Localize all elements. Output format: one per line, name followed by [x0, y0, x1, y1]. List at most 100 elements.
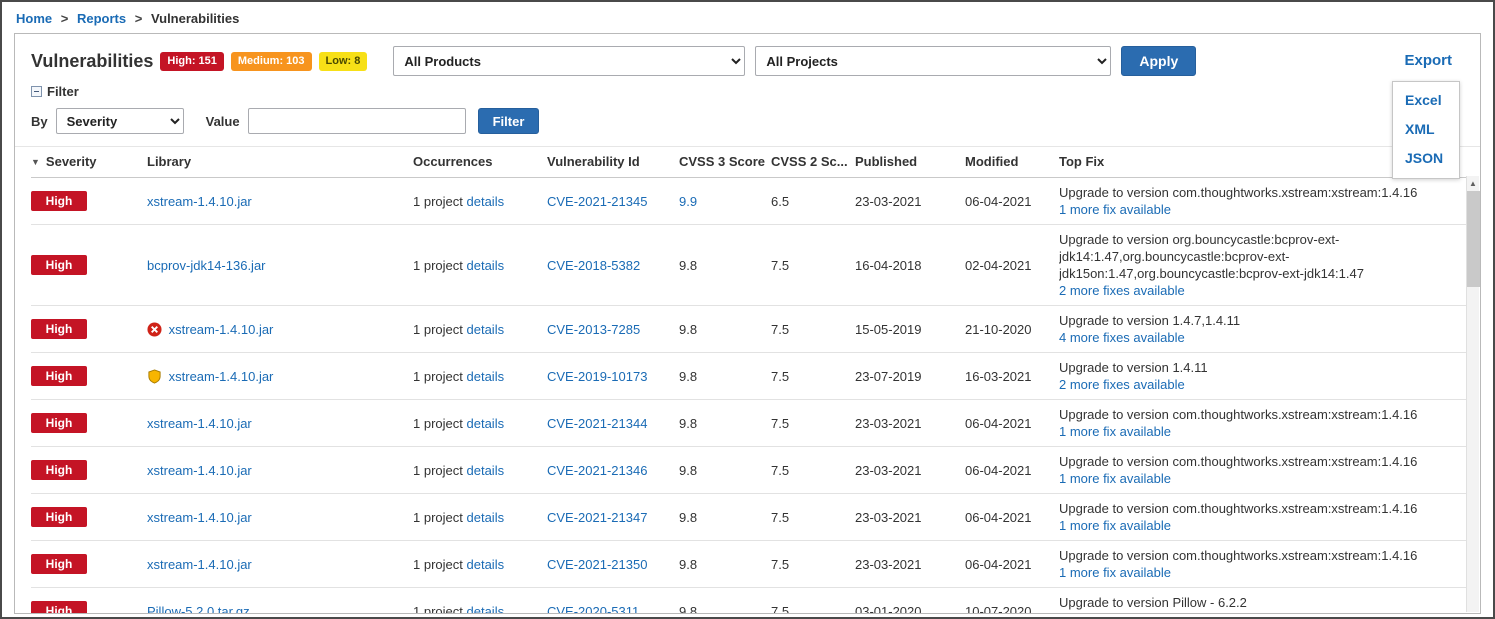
details-link[interactable]: details	[467, 416, 505, 431]
export-menu: Excel XML JSON	[1392, 81, 1460, 179]
panel-header: Vulnerabilities High: 151 Medium: 103 Lo…	[15, 34, 1480, 82]
filter-section-label: Filter	[47, 84, 79, 99]
filter-button[interactable]: Filter	[478, 108, 540, 134]
details-link[interactable]: details	[467, 258, 505, 273]
more-fixes-link[interactable]: 2 more fixes available	[1059, 283, 1185, 298]
column-header-cvss2[interactable]: CVSS 2 Sc...	[771, 147, 855, 178]
library-link[interactable]: xstream-1.4.10.jar	[147, 416, 252, 431]
column-header-published[interactable]: Published	[855, 147, 965, 178]
cvss2-score: 7.5	[771, 353, 855, 400]
details-link[interactable]: details	[467, 604, 505, 615]
vulnerability-id-link[interactable]: CVE-2021-21344	[547, 416, 647, 431]
vuln-table-body: High xstream-1.4.10.jar 1 project detail…	[31, 178, 1466, 615]
top-fix-text: Upgrade to version com.thoughtworks.xstr…	[1059, 500, 1458, 517]
occurrences-text: 1 project	[413, 557, 463, 572]
more-fixes-link[interactable]: 1 more fix available	[1059, 471, 1171, 486]
more-fixes-link[interactable]: 1 more fix available	[1059, 565, 1171, 580]
modified-date: 10-07-2020	[965, 588, 1059, 615]
breadcrumb-separator: >	[135, 11, 143, 26]
vulnerability-id-link[interactable]: CVE-2013-7285	[547, 322, 640, 337]
top-fix-text: Upgrade to version org.bouncycastle:bcpr…	[1059, 231, 1458, 282]
column-header-library[interactable]: Library	[147, 147, 413, 178]
published-date: 23-07-2019	[855, 353, 965, 400]
scrollbar-thumb[interactable]	[1467, 191, 1480, 287]
export-dropdown: Export Excel XML JSON	[1404, 52, 1464, 70]
severity-badge: High	[31, 601, 87, 614]
column-header-severity[interactable]: ▼Severity	[31, 147, 147, 178]
severity-badge: High	[31, 319, 87, 339]
library-link[interactable]: xstream-1.4.10.jar	[169, 322, 274, 337]
cvss3-score: 9.8	[679, 463, 697, 478]
export-link[interactable]: Export	[1404, 52, 1452, 69]
cvss3-score: 9.8	[679, 369, 697, 384]
modified-date: 06-04-2021	[965, 541, 1059, 588]
vulnerabilities-panel: Vulnerabilities High: 151 Medium: 103 Lo…	[14, 33, 1481, 614]
filter-value-label: Value	[206, 114, 240, 129]
library-link[interactable]: xstream-1.4.10.jar	[147, 510, 252, 525]
cvss2-score: 7.5	[771, 447, 855, 494]
vulnerability-id-link[interactable]: CVE-2021-21345	[547, 194, 647, 209]
library-link[interactable]: xstream-1.4.10.jar	[147, 194, 252, 209]
export-menu-item-json[interactable]: JSON	[1405, 150, 1447, 166]
column-header-vulnerability-id[interactable]: Vulnerability Id	[547, 147, 679, 178]
published-date: 16-04-2018	[855, 225, 965, 306]
more-fixes-link[interactable]: 1 more fix available	[1059, 518, 1171, 533]
breadcrumb-separator: >	[61, 11, 69, 26]
library-link[interactable]: xstream-1.4.10.jar	[147, 463, 252, 478]
export-menu-item-xml[interactable]: XML	[1405, 121, 1447, 137]
breadcrumb-home-link[interactable]: Home	[16, 11, 52, 26]
library-link[interactable]: xstream-1.4.10.jar	[169, 369, 274, 384]
top-fix-text: Upgrade to version 1.4.7,1.4.11	[1059, 312, 1458, 329]
published-date: 23-03-2021	[855, 178, 965, 225]
details-link[interactable]: details	[467, 369, 505, 384]
details-link[interactable]: details	[467, 557, 505, 572]
table-row: High xstream-1.4.10.jar 1 project detail…	[31, 447, 1466, 494]
library-link[interactable]: Pillow-5.2.0.tar.gz	[147, 604, 250, 615]
column-header-cvss3[interactable]: CVSS 3 Score	[679, 147, 771, 178]
column-header-occurrences[interactable]: Occurrences	[413, 147, 547, 178]
severity-badge: High	[31, 554, 87, 574]
projects-select[interactable]: All Projects	[755, 46, 1111, 76]
vulnerability-id-link[interactable]: CVE-2021-21350	[547, 557, 647, 572]
table-row: High Pillow-5.2.0.tar.gz 1 project detai…	[31, 588, 1466, 615]
details-link[interactable]: details	[467, 194, 505, 209]
occurrences-text: 1 project	[413, 258, 463, 273]
scroll-up-icon[interactable]: ▲	[1467, 176, 1479, 191]
library-link[interactable]: bcprov-jdk14-136.jar	[147, 258, 266, 273]
vulnerable-library-shield-icon	[147, 322, 169, 337]
collapse-icon[interactable]	[31, 86, 42, 97]
cvss2-score: 7.5	[771, 225, 855, 306]
filter-by-select[interactable]: Severity	[56, 108, 184, 134]
cvss3-score: 9.8	[679, 604, 697, 615]
more-fixes-link[interactable]: 2 more fixes available	[1059, 612, 1185, 614]
high-count-badge: High: 151	[160, 52, 224, 71]
occurrences-text: 1 project	[413, 604, 463, 615]
table-scrollbar[interactable]: ▲	[1466, 176, 1479, 612]
vulnerability-id-link[interactable]: CVE-2020-5311	[547, 604, 639, 615]
details-link[interactable]: details	[467, 322, 505, 337]
vulnerability-id-link[interactable]: CVE-2021-21347	[547, 510, 647, 525]
vulnerability-id-link[interactable]: CVE-2018-5382	[547, 258, 640, 273]
more-fixes-link[interactable]: 4 more fixes available	[1059, 330, 1185, 345]
top-fix-text: Upgrade to version com.thoughtworks.xstr…	[1059, 547, 1458, 564]
details-link[interactable]: details	[467, 510, 505, 525]
page-title: Vulnerabilities	[31, 51, 153, 72]
filter-value-input[interactable]	[248, 108, 466, 134]
library-link[interactable]: xstream-1.4.10.jar	[147, 557, 252, 572]
severity-badge: High	[31, 460, 87, 480]
breadcrumb-reports-link[interactable]: Reports	[77, 11, 126, 26]
low-count-badge: Low: 8	[319, 52, 368, 71]
medium-count-badge: Medium: 103	[231, 52, 312, 71]
more-fixes-link[interactable]: 2 more fixes available	[1059, 377, 1185, 392]
apply-button[interactable]: Apply	[1121, 46, 1196, 76]
vulnerability-id-link[interactable]: CVE-2019-10173	[547, 369, 647, 384]
column-header-modified[interactable]: Modified	[965, 147, 1059, 178]
export-menu-item-excel[interactable]: Excel	[1405, 92, 1447, 108]
more-fixes-link[interactable]: 1 more fix available	[1059, 202, 1171, 217]
details-link[interactable]: details	[467, 463, 505, 478]
modified-date: 06-04-2021	[965, 447, 1059, 494]
more-fixes-link[interactable]: 1 more fix available	[1059, 424, 1171, 439]
occurrences-text: 1 project	[413, 510, 463, 525]
products-select[interactable]: All Products	[393, 46, 745, 76]
vulnerability-id-link[interactable]: CVE-2021-21346	[547, 463, 647, 478]
